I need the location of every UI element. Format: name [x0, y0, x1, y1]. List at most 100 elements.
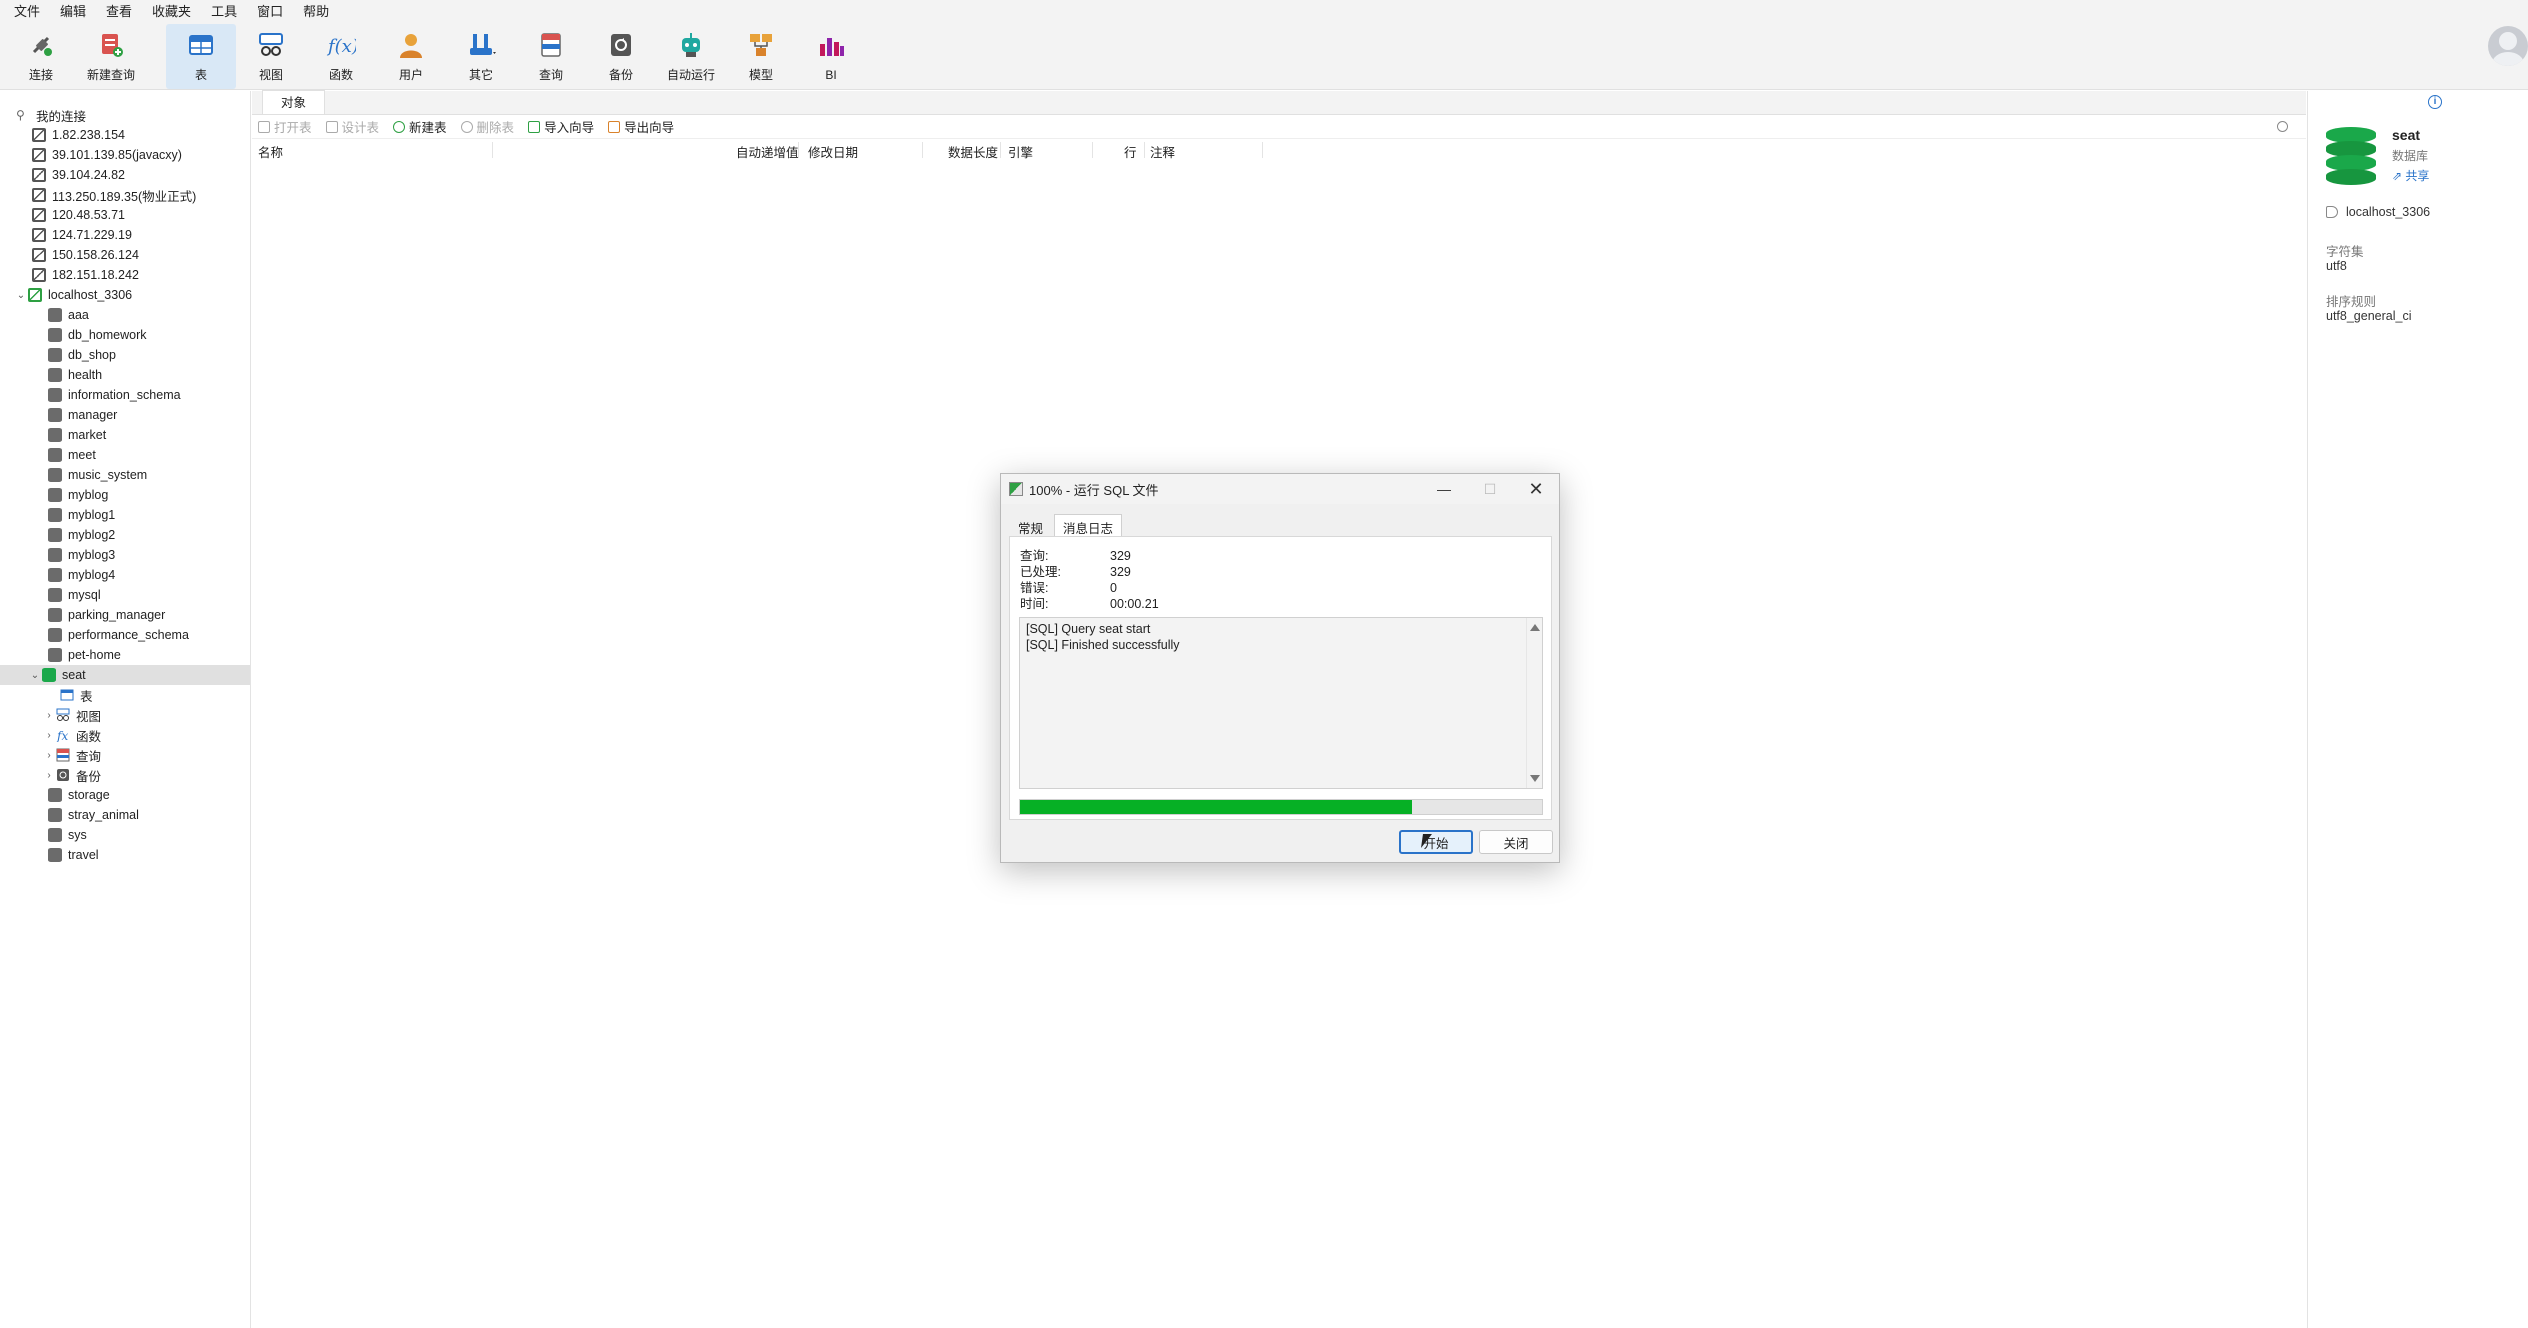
menu-window[interactable]: 窗口	[247, 0, 293, 24]
tree-database[interactable]: myblog	[0, 485, 250, 505]
tree-database[interactable]: stray_animal	[0, 805, 250, 825]
tree-connection[interactable]: 39.104.24.82	[0, 165, 250, 185]
tree-database[interactable]: myblog3	[0, 545, 250, 565]
tree-database[interactable]: myblog2	[0, 525, 250, 545]
tree-database[interactable]: pet-home	[0, 645, 250, 665]
tree-database[interactable]: travel	[0, 845, 250, 865]
tree-database[interactable]: health	[0, 365, 250, 385]
new-table-button[interactable]: 新建表	[393, 117, 447, 136]
col-rows[interactable]: 行	[1124, 142, 1137, 161]
menu-favorites[interactable]: 收藏夹	[142, 0, 201, 24]
user-button[interactable]: 用户	[376, 24, 446, 89]
account-avatar[interactable]	[2488, 26, 2528, 66]
col-comment[interactable]: 注释	[1150, 142, 1175, 161]
tree-connection[interactable]: 124.71.229.19	[0, 225, 250, 245]
table-icon	[60, 689, 74, 701]
menu-edit[interactable]: 编辑	[50, 0, 96, 24]
design-table-button[interactable]: 设计表	[325, 117, 379, 136]
chevron-down-icon[interactable]: ⌄	[14, 290, 28, 301]
chevron-right-icon[interactable]: ›	[42, 750, 56, 761]
tree-database[interactable]: db_homework	[0, 325, 250, 345]
connect-button[interactable]: 连接	[6, 24, 76, 89]
tree-seat-views[interactable]: › 视图	[0, 705, 250, 725]
open-table-button[interactable]: 打开表	[258, 117, 312, 136]
col-engine[interactable]: 引擎	[1008, 142, 1033, 161]
tree-database[interactable]: db_shop	[0, 345, 250, 365]
tree-database[interactable]: meet	[0, 445, 250, 465]
menu-view[interactable]: 查看	[96, 0, 142, 24]
scroll-down-icon[interactable]	[1530, 775, 1540, 782]
tree-database[interactable]: information_schema	[0, 385, 250, 405]
chevron-right-icon[interactable]: ›	[42, 710, 56, 721]
tree-connection[interactable]: 182.151.18.242	[0, 265, 250, 285]
chevron-right-icon[interactable]: ›	[42, 730, 56, 741]
table-label: 表	[194, 68, 207, 82]
tree-database[interactable]: mysql	[0, 585, 250, 605]
import-wizard-button[interactable]: 导入向导	[528, 117, 594, 136]
view-button[interactable]: 视图	[236, 24, 306, 89]
other-button[interactable]: 其它	[446, 24, 516, 89]
search-icon[interactable]	[2277, 121, 2288, 132]
export-icon	[608, 120, 621, 133]
user-label: 用户	[398, 68, 423, 82]
database-icon	[48, 788, 62, 802]
tree-connection[interactable]: 39.101.139.85(javacxy)	[0, 145, 250, 165]
tree-connection[interactable]: 113.250.189.35(物业正式)	[0, 185, 250, 205]
start-button[interactable]: 开始	[1399, 830, 1473, 854]
tree-seat-backups[interactable]: › 备份	[0, 765, 250, 785]
tree-connection[interactable]: 120.48.53.71	[0, 205, 250, 225]
close-button[interactable]: 关闭	[1479, 830, 1553, 854]
automation-button[interactable]: 自动运行	[656, 24, 726, 89]
database-icon	[48, 388, 62, 402]
close-window-button[interactable]: ✕	[1513, 474, 1559, 504]
tab-objects[interactable]: 对象	[262, 90, 326, 114]
tree-seat-tables[interactable]: 表	[0, 685, 250, 705]
connection-tree: ⚲ 我的连接 1.82.238.154 39.101.139.85(javacx…	[0, 91, 251, 1328]
new-query-icon	[102, 34, 123, 57]
minimize-button[interactable]: —	[1421, 474, 1467, 504]
my-connections-node[interactable]: ⚲ 我的连接	[0, 105, 250, 125]
tree-database[interactable]: myblog4	[0, 565, 250, 585]
tree-database[interactable]: storage	[0, 785, 250, 805]
new-query-button[interactable]: 新建查询	[76, 24, 146, 89]
col-name[interactable]: 名称	[258, 142, 283, 161]
tree-database[interactable]: parking_manager	[0, 605, 250, 625]
tree-database[interactable]: sys	[0, 825, 250, 845]
connection-icon	[32, 188, 46, 202]
tree-database[interactable]: performance_schema	[0, 625, 250, 645]
menu-file[interactable]: 文件	[4, 0, 50, 24]
tree-connection-localhost[interactable]: ⌄ localhost_3306	[0, 285, 250, 305]
info-icon[interactable]: i	[2428, 95, 2442, 109]
chevron-down-icon[interactable]: ⌄	[28, 670, 42, 681]
view-label: 视图	[258, 68, 283, 82]
query-button[interactable]: 查询	[516, 24, 586, 89]
tree-database[interactable]: aaa	[0, 305, 250, 325]
export-wizard-button[interactable]: 导出向导	[608, 117, 674, 136]
maximize-button[interactable]: ☐	[1467, 474, 1513, 504]
delete-table-button[interactable]: 删除表	[460, 117, 514, 136]
model-button[interactable]: 模型	[726, 24, 796, 89]
col-auto-increment[interactable]: 自动递增值	[736, 142, 799, 161]
table-button[interactable]: 表	[166, 24, 236, 89]
tree-database-seat[interactable]: ⌄ seat	[0, 665, 250, 685]
share-link[interactable]: ⇗ 共享	[2392, 167, 2429, 184]
menu-help[interactable]: 帮助	[293, 0, 339, 24]
log-scrollbar[interactable]	[1526, 618, 1542, 788]
log-textbox[interactable]: [SQL] Query seat start [SQL] Finished su…	[1019, 617, 1543, 789]
tree-connection[interactable]: 1.82.238.154	[0, 125, 250, 145]
menu-tools[interactable]: 工具	[201, 0, 247, 24]
col-data-length[interactable]: 数据长度	[948, 142, 998, 161]
backup-button[interactable]: 备份	[586, 24, 656, 89]
tree-database[interactable]: manager	[0, 405, 250, 425]
tree-database[interactable]: myblog1	[0, 505, 250, 525]
tree-database[interactable]: music_system	[0, 465, 250, 485]
chevron-right-icon[interactable]: ›	[42, 770, 56, 781]
tree-connection[interactable]: 150.158.26.124	[0, 245, 250, 265]
scroll-up-icon[interactable]	[1530, 624, 1540, 631]
tree-seat-queries[interactable]: › 查询	[0, 745, 250, 765]
tree-database[interactable]: market	[0, 425, 250, 445]
function-button[interactable]: f(x) 函数	[306, 24, 376, 89]
col-modified[interactable]: 修改日期	[808, 142, 858, 161]
tree-seat-functions[interactable]: › fx 函数	[0, 725, 250, 745]
bi-button[interactable]: BI	[796, 24, 866, 89]
